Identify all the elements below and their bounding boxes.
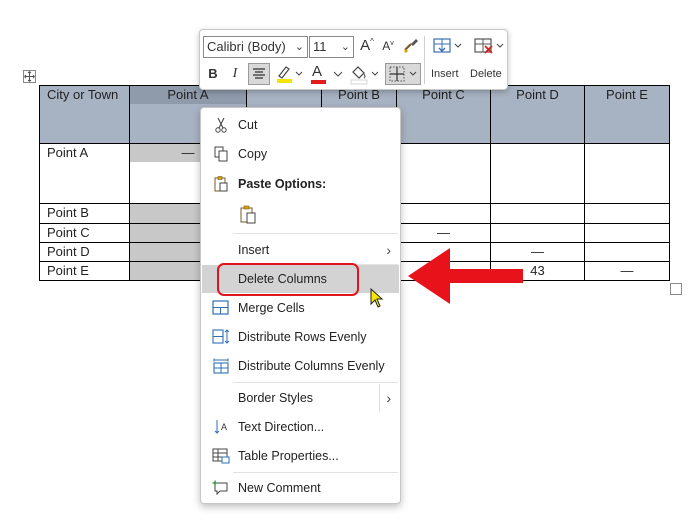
shrink-font-button[interactable]: Av bbox=[380, 39, 396, 53]
table-cell[interactable] bbox=[396, 143, 491, 204]
distribute-columns-icon bbox=[213, 358, 229, 374]
table-cell[interactable] bbox=[584, 223, 670, 243]
row-label-cell[interactable]: Point C bbox=[39, 223, 130, 243]
scissors-icon bbox=[215, 117, 227, 133]
menu-item-insert[interactable]: Insert › bbox=[202, 236, 399, 264]
menu-item-border-styles[interactable]: Border Styles › bbox=[202, 384, 399, 412]
table-cell[interactable]: — bbox=[584, 261, 670, 281]
align-center-icon bbox=[253, 68, 265, 79]
text-direction-icon: A bbox=[214, 420, 227, 434]
table-cell[interactable] bbox=[584, 143, 670, 204]
font-name-dropdown[interactable]: Calibri (Body) ⌄ bbox=[203, 36, 308, 58]
menu-item-new-comment[interactable]: New Comment bbox=[202, 474, 399, 502]
font-color-button[interactable]: A bbox=[308, 63, 344, 85]
highlight-button[interactable] bbox=[274, 63, 304, 85]
font-color-icon: A bbox=[312, 63, 323, 80]
paste-keep-formatting-button[interactable] bbox=[202, 200, 399, 230]
header-cell[interactable]: Point E bbox=[584, 85, 670, 144]
menu-item-distribute-rows[interactable]: Distribute Rows Evenly bbox=[202, 323, 399, 351]
delete-table-icon bbox=[474, 38, 504, 54]
mini-toolbar: Calibri (Body) ⌄ 11 ⌄ A^ Av B I A Insert… bbox=[199, 29, 508, 90]
highlight-annotation-box bbox=[217, 263, 359, 296]
menu-item-label: Insert bbox=[238, 243, 270, 257]
svg-text:A: A bbox=[221, 422, 227, 432]
menu-item-label: Cut bbox=[238, 118, 258, 132]
insert-label: Insert bbox=[431, 68, 459, 80]
menu-item-cut[interactable]: Cut bbox=[202, 111, 399, 139]
menu-item-label: Text Direction... bbox=[238, 420, 325, 434]
menu-item-label: Distribute Rows Evenly bbox=[238, 330, 367, 344]
menu-divider bbox=[233, 233, 398, 234]
menu-item-table-properties[interactable]: Table Properties... bbox=[202, 442, 399, 470]
menu-divider bbox=[233, 472, 398, 473]
menu-item-label: Border Styles bbox=[238, 391, 314, 405]
chevron-right-icon: › bbox=[386, 242, 391, 258]
menu-item-label: Distribute Columns Evenly bbox=[238, 359, 385, 373]
highlighter-icon bbox=[277, 66, 303, 83]
chevron-down-icon bbox=[333, 71, 343, 77]
table-cell[interactable] bbox=[584, 203, 670, 224]
menu-divider bbox=[233, 382, 398, 383]
table-move-handle[interactable] bbox=[23, 70, 36, 83]
grow-font-button[interactable]: A^ bbox=[358, 37, 376, 54]
menu-item-copy[interactable]: Copy bbox=[202, 140, 399, 168]
row-label-cell[interactable]: Point D bbox=[39, 242, 130, 262]
borders-button[interactable] bbox=[385, 63, 421, 85]
menu-item-label: Table Properties... bbox=[238, 449, 339, 463]
shading-button[interactable] bbox=[348, 63, 382, 85]
row-label-cell[interactable]: Point B bbox=[39, 203, 130, 224]
toolbar-divider bbox=[424, 36, 425, 84]
menu-item-distribute-columns[interactable]: Distribute Columns Evenly bbox=[202, 352, 399, 380]
table-resize-handle[interactable] bbox=[670, 283, 682, 295]
italic-button[interactable]: I bbox=[228, 66, 242, 82]
mouse-cursor-icon bbox=[370, 288, 384, 308]
red-arrow-icon bbox=[408, 248, 523, 304]
menu-item-text-direction[interactable]: A Text Direction... bbox=[202, 413, 399, 441]
format-painter-button[interactable] bbox=[402, 36, 420, 56]
chevron-right-icon: › bbox=[379, 384, 391, 412]
delete-button[interactable] bbox=[473, 36, 505, 56]
borders-icon bbox=[389, 66, 417, 82]
table-properties-icon bbox=[212, 448, 230, 464]
distribute-rows-icon bbox=[212, 329, 230, 344]
paste-icon bbox=[240, 205, 256, 224]
format-painter-icon bbox=[404, 39, 418, 53]
table-cell[interactable] bbox=[490, 143, 585, 204]
insert-button[interactable] bbox=[431, 36, 463, 56]
font-size-value: 11 bbox=[313, 39, 327, 54]
row-label-cell[interactable]: Point E bbox=[39, 261, 130, 281]
header-cell[interactable]: City or Town bbox=[39, 85, 130, 144]
menu-item-label: New Comment bbox=[238, 481, 321, 495]
font-color-swatch bbox=[311, 80, 326, 84]
new-comment-icon bbox=[212, 480, 228, 496]
header-cell[interactable]: Point D bbox=[490, 85, 585, 144]
font-name-value: Calibri (Body) bbox=[207, 39, 286, 54]
table-cell[interactable] bbox=[490, 203, 585, 224]
insert-table-icon bbox=[433, 38, 462, 53]
paint-bucket-icon bbox=[350, 66, 379, 85]
chevron-down-icon: ⌄ bbox=[294, 41, 304, 53]
menu-item-paste-options: Paste Options: bbox=[202, 170, 399, 198]
chevron-down-icon: ⌄ bbox=[340, 41, 350, 53]
header-cell[interactable]: Point C bbox=[396, 85, 491, 144]
copy-icon bbox=[214, 146, 228, 162]
menu-item-label: Paste Options: bbox=[238, 177, 327, 191]
menu-item-label: Copy bbox=[238, 147, 268, 161]
menu-item-label: Merge Cells bbox=[238, 301, 305, 315]
grow-font-icon: A bbox=[360, 37, 371, 54]
table-cell[interactable] bbox=[584, 242, 670, 262]
row-label-cell[interactable]: Point A bbox=[39, 143, 130, 204]
bold-button[interactable]: B bbox=[206, 66, 220, 81]
clipboard-icon bbox=[214, 176, 228, 192]
font-size-dropdown[interactable]: 11 ⌄ bbox=[309, 36, 354, 58]
align-center-button[interactable] bbox=[248, 63, 270, 85]
delete-label: Delete bbox=[470, 68, 502, 80]
table-cell[interactable] bbox=[396, 203, 491, 224]
merge-cells-icon bbox=[212, 300, 229, 315]
